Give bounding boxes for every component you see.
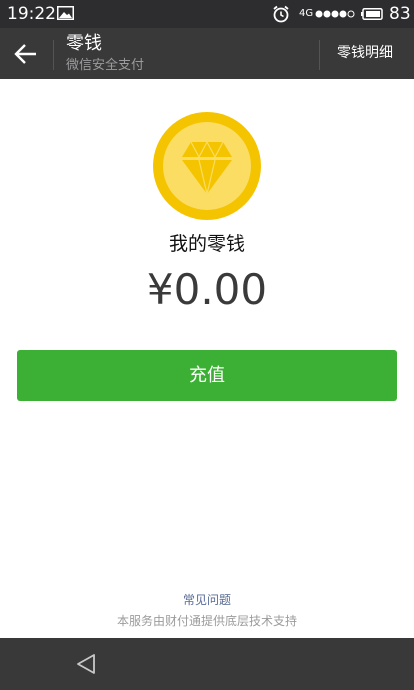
wallet-details-link[interactable]: 零钱明细 — [337, 44, 393, 62]
system-nav-bar — [0, 638, 414, 690]
diamond-coin-icon — [153, 112, 261, 220]
page-subtitle: 微信安全支付 — [66, 58, 145, 73]
page-title: 零钱 — [66, 33, 102, 54]
alarm-icon — [273, 5, 289, 23]
signal-dots-icon — [315, 10, 355, 18]
image-icon — [57, 6, 74, 20]
triangle-back-icon[interactable] — [74, 652, 98, 676]
battery-icon — [361, 8, 383, 20]
status-bar: 19:22 4G 83 — [0, 0, 414, 28]
network-type: 4G — [299, 8, 314, 19]
support-note: 本服务由财付通提供底层技术支持 — [116, 614, 297, 628]
header-divider — [319, 40, 320, 70]
status-time: 19:22 — [7, 4, 56, 24]
app-header: 零钱 微信安全支付 零钱明细 — [0, 28, 414, 79]
faq-link[interactable]: 常见问题 — [0, 592, 414, 608]
battery-percent: 83 — [389, 4, 411, 24]
header-divider — [53, 40, 54, 70]
recharge-button[interactable]: 充值 — [17, 350, 397, 401]
wallet-label: 我的零钱 — [168, 233, 245, 255]
wallet-balance: ¥0.00 — [146, 265, 268, 314]
arrow-left-icon[interactable] — [10, 40, 42, 68]
